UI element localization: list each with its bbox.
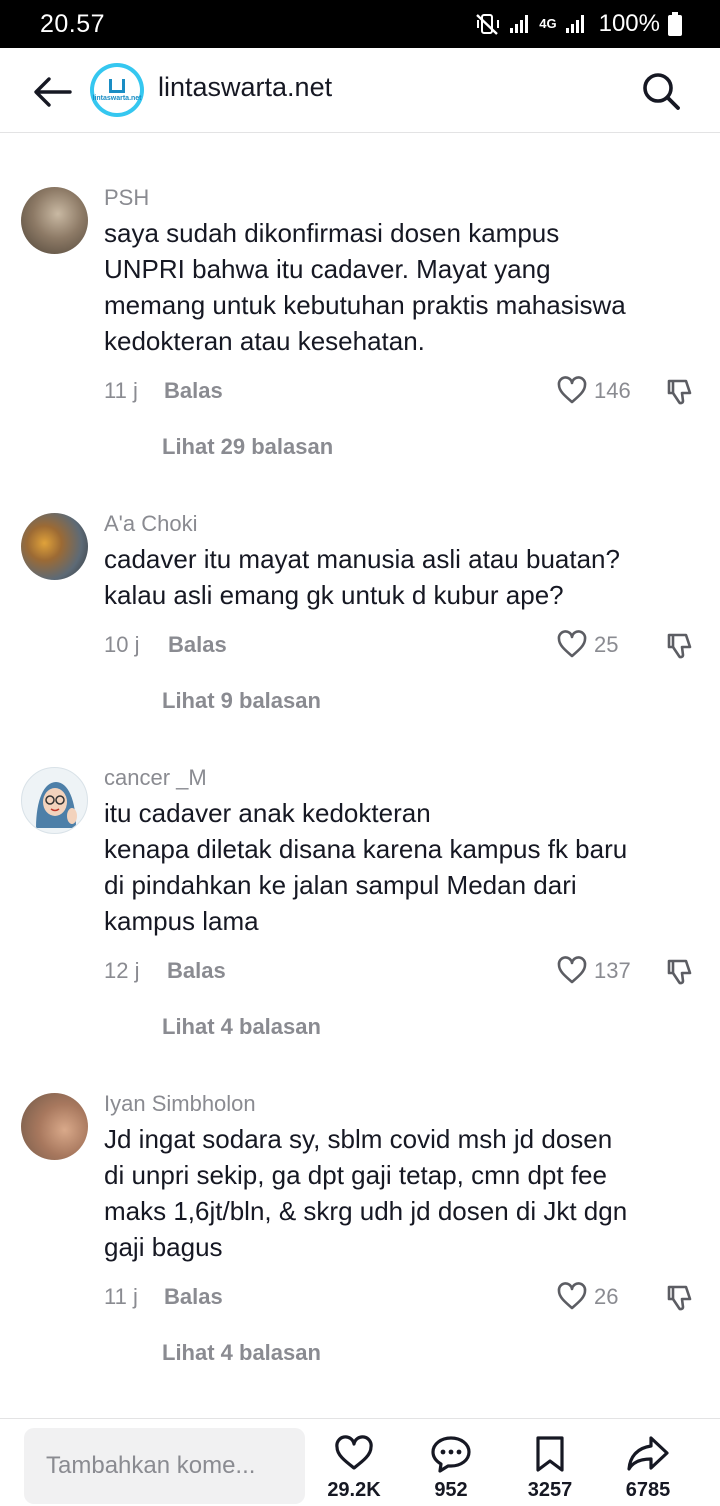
signal-icon (510, 15, 529, 33)
like-count: 25 (594, 632, 619, 657)
signal-icon-2 (565, 15, 584, 33)
comment-button[interactable]: 952 (411, 1435, 491, 1505)
search-button[interactable] (638, 68, 684, 114)
dislike-icon[interactable] (664, 629, 696, 661)
comment-text: saya sudah dikonfirmasi dosen kampus UNP… (104, 218, 626, 356)
share-count-total: 6785 (625, 1479, 671, 1501)
site-name[interactable]: lintaswarta.net (158, 72, 332, 103)
like-count: 146 (594, 378, 631, 403)
view-replies-button[interactable]: Lihat 29 balasan (162, 434, 333, 460)
avatar[interactable] (21, 187, 88, 254)
view-replies-button[interactable]: Lihat 9 balasan (162, 688, 321, 714)
back-button[interactable] (30, 70, 74, 114)
view-replies-button[interactable]: Lihat 4 balasan (162, 1014, 321, 1040)
comment-username[interactable]: PSH (104, 185, 149, 211)
search-icon (643, 73, 680, 110)
like-count-total: 29.2K (327, 1479, 381, 1501)
reply-button[interactable]: Balas (164, 1284, 223, 1310)
heart-icon[interactable] (556, 1281, 588, 1311)
heart-icon[interactable] (556, 629, 588, 659)
comment-username[interactable]: cancer _M (104, 765, 207, 791)
comment-time: 11 j (104, 1284, 138, 1309)
battery-icon (668, 12, 682, 36)
comment-username[interactable]: A'a Choki (104, 511, 197, 537)
reply-button[interactable]: Balas (168, 632, 227, 658)
avatar-illustration (36, 782, 77, 828)
save-count-total: 3257 (527, 1479, 573, 1501)
bottom-action-bar: 29.2K 952 3257 6785 (0, 1418, 720, 1506)
like-button[interactable]: 29.2K (314, 1435, 394, 1505)
header: lintaswarta.net lintaswarta.net (0, 48, 720, 133)
arrow-left-icon (34, 77, 72, 107)
share-button[interactable]: 6785 (608, 1435, 688, 1505)
dislike-icon[interactable] (664, 375, 696, 407)
heart-icon (335, 1435, 373, 1470)
dislike-icon[interactable] (664, 955, 696, 987)
heart-icon[interactable] (556, 955, 588, 985)
share-icon (627, 1436, 669, 1471)
battery-percent: 100% (598, 10, 660, 37)
comment-time: 12 j (104, 958, 140, 983)
site-logo[interactable]: lintaswarta.net (90, 63, 144, 117)
avatar[interactable] (21, 513, 88, 580)
view-replies-button[interactable]: Lihat 4 balasan (162, 1340, 321, 1366)
comment-time: 10 j (104, 632, 140, 657)
comment-count-total: 952 (434, 1479, 468, 1501)
comment-input[interactable] (24, 1428, 305, 1504)
status-time: 20.57 (40, 9, 106, 38)
like-count: 26 (594, 1284, 619, 1309)
comment-text: Jd ingat sodara sy, sblm covid msh jd do… (104, 1124, 628, 1262)
dislike-icon[interactable] (664, 1281, 696, 1313)
status-bar: 20.57 4G 100% (0, 0, 720, 48)
avatar[interactable] (21, 1093, 88, 1160)
comment-username[interactable]: Iyan Simbholon (104, 1091, 256, 1117)
comment-bubble-icon (431, 1436, 471, 1473)
bookmark-button[interactable]: 3257 (510, 1435, 590, 1505)
comment-time: 11 j (104, 378, 138, 403)
avatar[interactable] (21, 767, 88, 834)
heart-icon[interactable] (556, 375, 588, 405)
comment-text: itu cadaver anak kedokteran kenapa dilet… (104, 798, 628, 936)
network-type: 4G (539, 16, 557, 31)
mute-vibrate-icon (476, 14, 500, 35)
reply-button[interactable]: Balas (167, 958, 226, 984)
like-count: 137 (594, 958, 631, 983)
status-icons: 4G 100% (475, 10, 682, 38)
comment-text: cadaver itu mayat manusia asli atau buat… (104, 544, 620, 610)
bookmark-icon (536, 1436, 564, 1472)
reply-button[interactable]: Balas (164, 378, 223, 404)
